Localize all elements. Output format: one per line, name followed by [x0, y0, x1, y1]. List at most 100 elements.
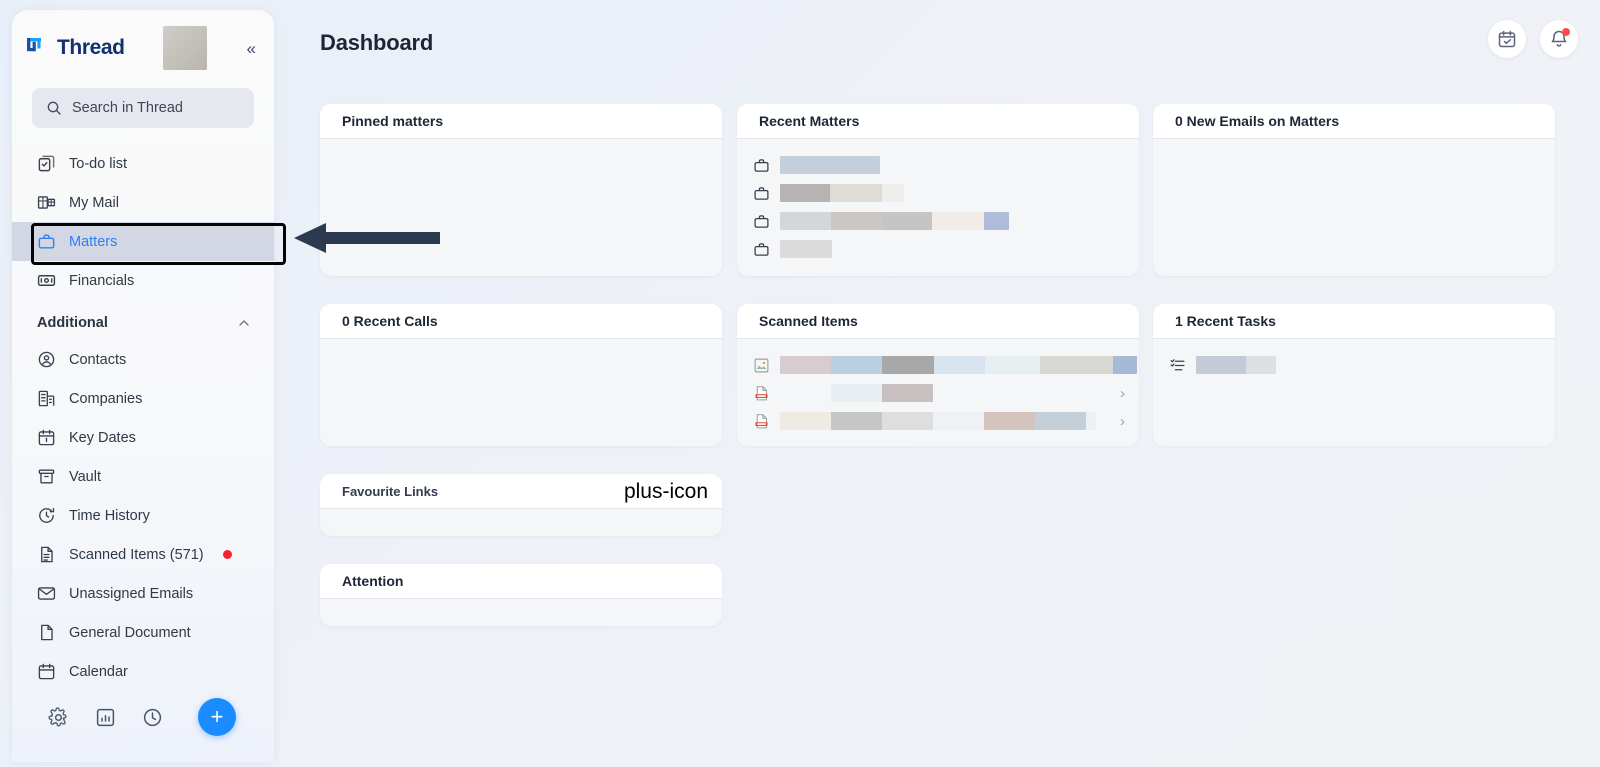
briefcase-icon — [38, 234, 55, 249]
sidebar-section-additional[interactable]: Additional — [12, 300, 274, 340]
banknote-icon — [37, 275, 56, 286]
redacted-text — [780, 240, 832, 258]
redacted-block — [1246, 356, 1276, 374]
sidebar: Thread « Search in Thread To-do list My … — [12, 10, 286, 762]
redacted-block — [831, 356, 882, 374]
building-icon — [38, 390, 55, 407]
redacted-block — [780, 412, 831, 430]
sidebar-item-general-document[interactable]: General Document — [12, 613, 274, 652]
sidebar-item-scanned-items[interactable]: Scanned Items (571) — [12, 535, 274, 574]
calendar-button[interactable] — [1488, 20, 1526, 58]
redacted-block — [1086, 412, 1096, 430]
sidebar-item-companies[interactable]: Companies — [12, 379, 274, 418]
card-attention: Attention — [320, 564, 722, 626]
card-new-emails: 0 New Emails on Matters — [1153, 104, 1555, 276]
chevron-double-left-icon[interactable]: « — [243, 38, 260, 59]
redacted-text — [780, 356, 1137, 374]
redacted-block — [1196, 356, 1246, 374]
image-file-icon — [754, 358, 769, 372]
page-title: Dashboard — [320, 30, 434, 55]
redacted-block — [882, 212, 932, 230]
redacted-block — [831, 412, 882, 430]
clock-history-icon — [39, 507, 55, 523]
sidebar-item-to-do-list[interactable]: To-do list — [12, 144, 274, 183]
search-input[interactable]: Search in Thread — [32, 88, 254, 128]
sidebar-item-time-history[interactable]: Time History — [12, 496, 274, 535]
chevron-up-icon[interactable] — [236, 315, 252, 331]
pdf-file-icon — [755, 413, 768, 428]
sidebar-item-label: Unassigned Emails — [69, 585, 194, 602]
card-header: 1 Recent Tasks — [1153, 304, 1555, 339]
sidebar-item-vault[interactable]: Vault — [12, 457, 274, 496]
list-item[interactable] — [753, 235, 1125, 263]
sidebar-item-label: My Mail — [69, 194, 119, 211]
sidebar-item-my-mail[interactable]: My Mail — [12, 183, 274, 222]
notifications-button[interactable] — [1540, 20, 1578, 58]
header-actions — [1488, 20, 1578, 58]
archive-box-icon — [38, 469, 55, 484]
todo-list-icon — [38, 155, 55, 172]
sidebar-item-contacts[interactable]: Contacts — [12, 340, 274, 379]
list-item[interactable] — [753, 179, 1125, 207]
redacted-block — [882, 356, 934, 374]
sidebar-item-calendar[interactable]: Calendar — [12, 652, 274, 691]
list-item[interactable]: › — [753, 351, 1137, 379]
redacted-text — [780, 412, 1096, 430]
card-recent-matters: Recent Matters — [737, 104, 1139, 276]
chevron-right-icon[interactable]: › — [1120, 413, 1125, 430]
card-title: Attention — [342, 573, 404, 589]
redacted-block — [831, 212, 882, 230]
card-title: Scanned Items — [759, 313, 858, 329]
card-header: 0 New Emails on Matters — [1153, 104, 1555, 139]
sidebar-footer: + — [12, 692, 274, 762]
add-favourite-link-button[interactable]: plus-icon — [624, 481, 708, 502]
list-item[interactable] — [1169, 351, 1541, 379]
card-title: Recent Matters — [759, 113, 860, 129]
sidebar-item-unassigned-emails[interactable]: Unassigned Emails — [12, 574, 274, 613]
card-body — [1153, 139, 1555, 165]
thread-logo-icon — [27, 38, 41, 52]
brand-name: Thread — [57, 36, 125, 59]
redacted-text — [780, 184, 904, 202]
bar-chart-icon[interactable] — [95, 707, 116, 728]
redacted-block — [1113, 356, 1137, 374]
card-header: Favourite Links plus-icon — [320, 474, 722, 509]
redacted-block — [780, 184, 830, 202]
list-item[interactable] — [753, 151, 1125, 179]
list-item[interactable] — [753, 207, 1125, 235]
dashboard-column-2: Recent Matters Scanned Items › › › — [737, 104, 1139, 474]
card-title: Pinned matters — [342, 113, 444, 129]
card-body — [320, 139, 722, 165]
sidebar-item-label: Financials — [69, 272, 135, 289]
redacted-block — [933, 412, 984, 430]
redacted-block — [934, 356, 985, 374]
redacted-block — [882, 384, 933, 402]
sidebar-item-key-dates[interactable]: Key Dates — [12, 418, 274, 457]
clock-icon[interactable] — [142, 707, 163, 728]
sidebar-item-matters[interactable]: Matters — [12, 222, 274, 261]
document-scan-icon — [41, 546, 53, 563]
user-circle-icon — [38, 351, 55, 368]
redacted-block — [984, 212, 1009, 230]
gear-icon[interactable] — [48, 706, 69, 728]
card-favourite-links: Favourite Links plus-icon — [320, 474, 722, 536]
notification-dot — [1562, 28, 1570, 36]
redacted-block — [882, 184, 904, 202]
briefcase-icon — [754, 214, 769, 228]
brand-logo[interactable]: Thread — [26, 36, 125, 60]
list-item[interactable]: › — [753, 379, 1125, 407]
redacted-text — [1196, 356, 1276, 374]
unread-badge-dot — [222, 550, 232, 559]
chevron-right-icon[interactable]: › — [1120, 385, 1125, 402]
sidebar-item-label: Matters — [69, 233, 118, 250]
sidebar-item-label: To-do list — [69, 155, 128, 172]
card-body — [320, 339, 722, 365]
card-title: Favourite Links — [342, 483, 439, 499]
card-title: 1 Recent Tasks — [1175, 313, 1276, 329]
sidebar-item-financials[interactable]: Financials — [12, 261, 274, 300]
list-item[interactable]: › — [753, 407, 1125, 435]
add-button[interactable]: + — [198, 698, 236, 736]
redacted-block — [780, 156, 880, 174]
avatar[interactable] — [162, 26, 207, 70]
search-input-value: Search in Thread — [72, 100, 183, 116]
